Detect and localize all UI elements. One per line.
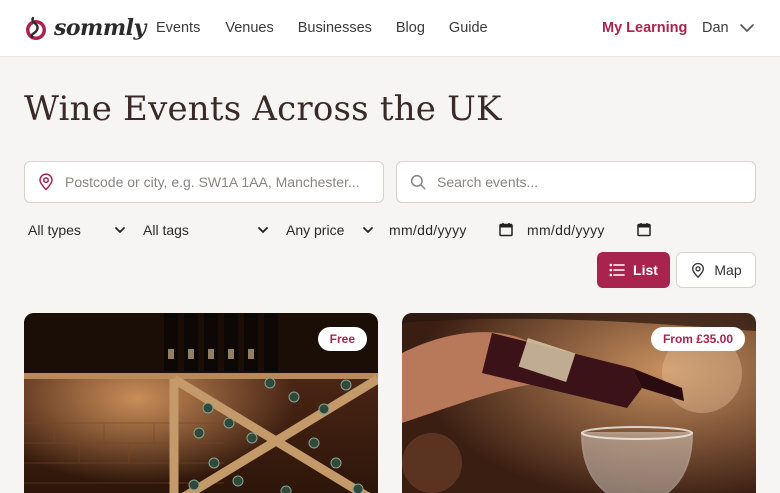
tags-filter-select[interactable]: All tags bbox=[143, 216, 269, 244]
logo[interactable]: sommly bbox=[24, 12, 146, 44]
nav-events[interactable]: Events bbox=[156, 18, 200, 38]
date-from-input[interactable]: mm/dd/yyyy bbox=[389, 216, 517, 244]
map-pin-icon bbox=[692, 262, 705, 278]
date-to-input[interactable]: mm/dd/yyyy bbox=[527, 216, 655, 244]
user-menu[interactable]: Dan bbox=[702, 18, 755, 38]
list-view-button[interactable]: List bbox=[597, 252, 670, 288]
user-name: Dan bbox=[702, 20, 729, 36]
logo-text: sommly bbox=[54, 15, 146, 41]
nav-businesses[interactable]: Businesses bbox=[298, 18, 372, 38]
my-learning-link[interactable]: My Learning bbox=[602, 18, 687, 38]
price-badge: Free bbox=[317, 327, 367, 351]
calendar-icon[interactable] bbox=[637, 222, 651, 237]
chevron-down-icon bbox=[739, 24, 754, 32]
search-icon bbox=[397, 173, 437, 191]
map-view-button[interactable]: Map bbox=[676, 252, 756, 288]
date-from-value: mm/dd/yyyy bbox=[389, 222, 467, 238]
main-nav: Events Venues Businesses Blog Guide bbox=[156, 18, 512, 38]
top-navigation-bar: sommly Events Venues Businesses Blog Gui… bbox=[0, 0, 780, 57]
calendar-icon[interactable] bbox=[499, 222, 513, 237]
page-title: Wine Events Across the UK bbox=[24, 89, 502, 129]
price-badge: From £35.00 bbox=[650, 327, 745, 351]
list-view-label: List bbox=[633, 262, 658, 278]
logo-icon bbox=[26, 16, 46, 40]
nav-guide[interactable]: Guide bbox=[449, 18, 488, 38]
nav-venues[interactable]: Venues bbox=[225, 18, 273, 38]
event-search-field[interactable] bbox=[396, 161, 756, 203]
nav-blog[interactable]: Blog bbox=[396, 18, 425, 38]
list-icon bbox=[609, 263, 625, 277]
event-search-input[interactable] bbox=[437, 174, 737, 190]
tags-filter-value: All tags bbox=[143, 222, 189, 238]
map-pin-icon bbox=[25, 173, 65, 191]
event-card[interactable]: From £35.00 bbox=[402, 313, 756, 493]
location-search-field[interactable] bbox=[24, 161, 384, 203]
price-filter-value: Any price bbox=[286, 222, 345, 238]
chevron-down-icon bbox=[115, 227, 125, 233]
event-card[interactable]: Free bbox=[24, 313, 378, 493]
date-to-value: mm/dd/yyyy bbox=[527, 222, 605, 238]
price-filter-select[interactable]: Any price bbox=[286, 216, 378, 244]
type-filter-value: All types bbox=[28, 222, 81, 238]
chevron-down-icon bbox=[363, 227, 373, 233]
location-search-input[interactable] bbox=[65, 174, 365, 190]
chevron-down-icon bbox=[258, 227, 268, 233]
map-view-label: Map bbox=[714, 262, 742, 278]
type-filter-select[interactable]: All types bbox=[28, 216, 128, 244]
